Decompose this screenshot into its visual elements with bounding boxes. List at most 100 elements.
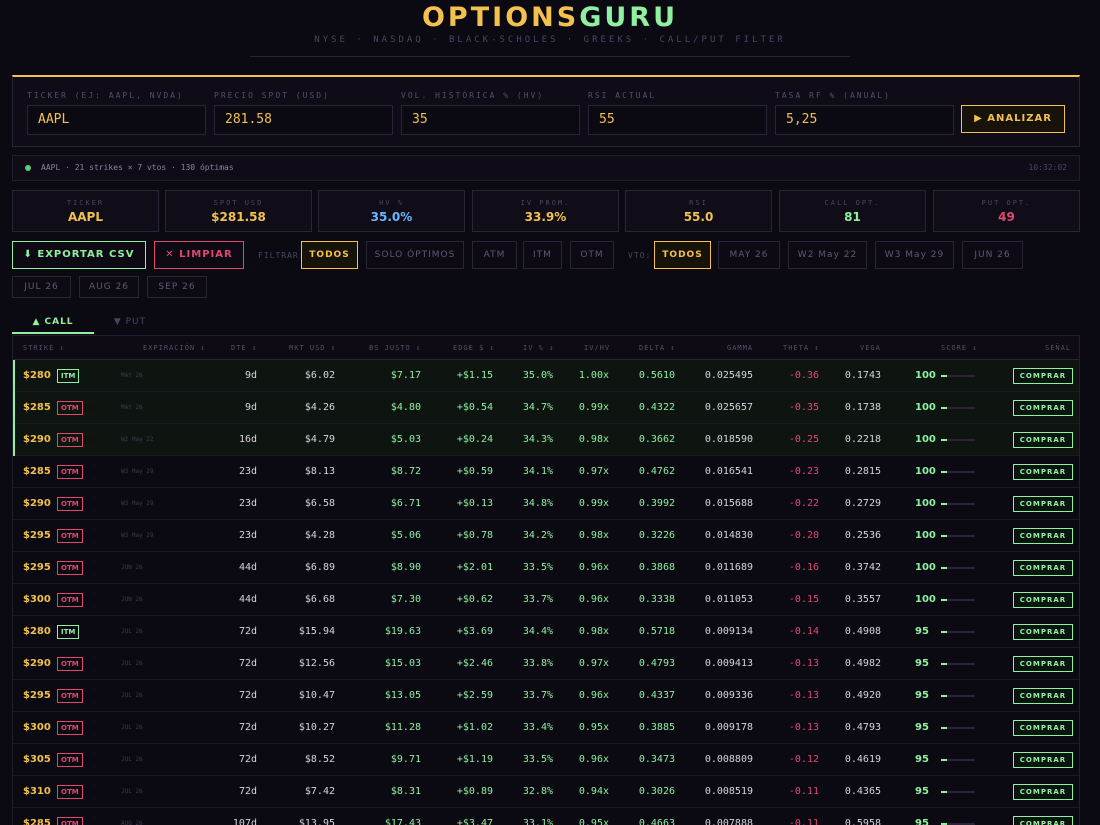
mkt-price-cell: $15.94: [298, 626, 335, 637]
vto-w2may22-button[interactable]: W2 May 22: [788, 241, 867, 269]
bs-fair-cell: $17.43: [384, 818, 421, 825]
strike-cell: $290: [23, 498, 51, 509]
col-ivhv-header: IV/HV: [584, 344, 611, 352]
buy-button[interactable]: COMPRAR: [1013, 432, 1073, 448]
table-row[interactable]: $290 OTM W3 May 29 23d $6.58 $6.71 +$0.13 34.8%…: [13, 488, 1079, 520]
table-row[interactable]: $310 OTM JUL 26 72d $7.42 $8.31 +$0.89 32.8% 0.9…: [13, 776, 1079, 808]
table-row[interactable]: $290 OTM W2 May 22 16d $4.79 $5.03 +$0.24 34.3%…: [13, 424, 1079, 456]
buy-button[interactable]: COMPRAR: [1013, 496, 1073, 512]
rf-rate-label: TASA RF % (ANUAL): [775, 91, 891, 100]
score-cell: 100: [915, 402, 936, 413]
vto-may26-button[interactable]: MAY 26: [718, 241, 780, 269]
table-row[interactable]: $290 OTM JUL 26 72d $12.56 $15.03 +$2.46 33.8% 0…: [13, 648, 1079, 680]
col-mkt-header[interactable]: MKT USD ↕: [289, 336, 336, 360]
buy-button[interactable]: COMPRAR: [1013, 592, 1073, 608]
expiration-cell: AUG 26: [121, 820, 143, 825]
col-strike-header[interactable]: STRIKE ↕: [23, 336, 65, 360]
col-edge-header[interactable]: EDGE $ ↕: [453, 336, 495, 360]
ivhv-cell: 0.94x: [578, 786, 609, 797]
filter-todos-button[interactable]: TODOS: [301, 241, 358, 269]
edge-cell: +$0.62: [456, 594, 493, 605]
buy-button[interactable]: COMPRAR: [1013, 624, 1073, 640]
delta-cell: 0.3662: [638, 434, 675, 445]
buy-button[interactable]: COMPRAR: [1013, 560, 1073, 576]
col-iv-header[interactable]: IV % ↕: [523, 336, 554, 360]
buy-button[interactable]: COMPRAR: [1013, 688, 1073, 704]
filter-itm-button[interactable]: ITM: [523, 241, 562, 269]
table-row[interactable]: $285 OTM MAY 26 9d $4.26 $4.80 +$0.54 34.7% 0.99…: [13, 392, 1079, 424]
theta-cell: -0.20: [788, 530, 819, 541]
buy-button[interactable]: COMPRAR: [1013, 720, 1073, 736]
rsi-input[interactable]: 55: [588, 105, 767, 135]
vto-todos-button[interactable]: TODOS: [654, 241, 711, 269]
input-panel: TICKER (EJ: AAPL, NVDA) AAPL PRECIO SPOT…: [12, 75, 1080, 147]
score-bar-fill: [941, 727, 947, 729]
buy-button[interactable]: COMPRAR: [1013, 400, 1073, 416]
score-bar-fill: [941, 503, 947, 505]
bs-fair-cell: $4.80: [390, 402, 421, 413]
buy-button[interactable]: COMPRAR: [1013, 752, 1073, 768]
bs-fair-cell: $8.31: [390, 786, 421, 797]
moneyness-badge: OTM: [57, 785, 83, 799]
table-row[interactable]: $295 OTM W3 May 29 23d $4.28 $5.06 +$0.78 34.2%…: [13, 520, 1079, 552]
buy-button[interactable]: COMPRAR: [1013, 464, 1073, 480]
mkt-price-cell: $4.28: [304, 530, 335, 541]
rf-rate-input[interactable]: 5,25: [775, 105, 954, 135]
col-expiration-header[interactable]: EXPIRACIÓN ↕: [143, 336, 206, 360]
score-cell: 100: [915, 434, 936, 445]
buy-button[interactable]: COMPRAR: [1013, 656, 1073, 672]
iv-cell: 34.1%: [522, 466, 553, 477]
moneyness-badge: OTM: [57, 721, 83, 735]
vto-w3may29-button[interactable]: W3 May 29: [875, 241, 954, 269]
col-delta-header[interactable]: DELTA ↕: [639, 336, 676, 360]
spot-price-input[interactable]: 281.58: [214, 105, 393, 135]
tab-call[interactable]: ▲ CALL: [12, 312, 94, 334]
table-row[interactable]: $295 OTM JUL 26 72d $10.47 $13.05 +$2.59 33.7% 0…: [13, 680, 1079, 712]
table-row[interactable]: $305 OTM JUL 26 72d $8.52 $9.71 +$1.19 33.5% 0.9…: [13, 744, 1079, 776]
ivhv-cell: 0.96x: [578, 594, 609, 605]
ticker-input[interactable]: AAPL: [27, 105, 206, 135]
vega-cell: 0.2729: [844, 498, 881, 509]
stat-card-hv: HV % 35.0%: [318, 190, 465, 232]
col-vega-header: VEGA: [860, 344, 881, 352]
buy-button[interactable]: COMPRAR: [1013, 368, 1073, 384]
gamma-cell: 0.011689: [704, 562, 753, 573]
table-row[interactable]: $280 ITM MAY 26 9d $6.02 $7.17 +$1.15 35.0% 1.00…: [13, 360, 1079, 392]
col-dte-header[interactable]: DTE ↕: [231, 336, 257, 360]
clear-button[interactable]: ✕ LIMPIAR: [154, 241, 244, 269]
table-row[interactable]: $295 OTM JUN 26 44d $6.89 $8.90 +$2.01 33.5% 0.9…: [13, 552, 1079, 584]
score-bar-fill: [941, 375, 947, 377]
filter-atm-button[interactable]: ATM: [472, 241, 517, 269]
table-row[interactable]: $280 ITM JUL 26 72d $15.94 $19.63 +$3.69 34.4% 0…: [13, 616, 1079, 648]
edge-cell: +$0.89: [456, 786, 493, 797]
col-theta-header[interactable]: THETA ↕: [783, 336, 820, 360]
col-score-header[interactable]: SCORE ↕: [941, 336, 978, 360]
filter-optimal-button[interactable]: SOLO ÓPTIMOS: [366, 241, 464, 269]
table-row[interactable]: $300 OTM JUL 26 72d $10.27 $11.28 +$1.02 33.4% 0…: [13, 712, 1079, 744]
vto-jul26-button[interactable]: JUL 26: [12, 276, 71, 298]
vto-aug26-button[interactable]: AUG 26: [79, 276, 139, 298]
moneyness-badge: OTM: [57, 817, 83, 825]
vto-sep26-button[interactable]: SEP 26: [147, 276, 207, 298]
expiration-cell: MAY 26: [121, 372, 143, 379]
col-bs-header[interactable]: BS JUSTO ↕: [369, 336, 421, 360]
expiration-cell: JUL 26: [121, 724, 143, 731]
buy-button[interactable]: COMPRAR: [1013, 784, 1073, 800]
buy-button[interactable]: COMPRAR: [1013, 816, 1073, 825]
vega-cell: 0.2815: [844, 466, 881, 477]
export-csv-button[interactable]: ⬇ EXPORTAR CSV: [12, 241, 146, 269]
col-gamma-header: GAMMA: [727, 344, 754, 352]
filter-otm-button[interactable]: OTM: [570, 241, 614, 269]
table-row[interactable]: $285 OTM AUG 26 107d $13.95 $17.43 +$3.47 33.1%…: [13, 808, 1079, 825]
edge-cell: +$1.19: [456, 754, 493, 765]
delta-cell: 0.3885: [638, 722, 675, 733]
hist-vol-input[interactable]: 35: [401, 105, 580, 135]
stat-card-iv: IV PROM. 33.9%: [472, 190, 619, 232]
analyze-button[interactable]: ▶ ANALIZAR: [961, 105, 1065, 133]
buy-button[interactable]: COMPRAR: [1013, 528, 1073, 544]
table-row[interactable]: $285 OTM W3 May 29 23d $8.13 $8.72 +$0.59 34.1%…: [13, 456, 1079, 488]
vto-jun26-button[interactable]: JUN 26: [962, 241, 1023, 269]
tab-put[interactable]: ▼ PUT: [94, 312, 166, 334]
table-row[interactable]: $300 OTM JUN 26 44d $6.68 $7.30 +$0.62 33.7% 0.9…: [13, 584, 1079, 616]
theta-cell: -0.12: [788, 754, 819, 765]
